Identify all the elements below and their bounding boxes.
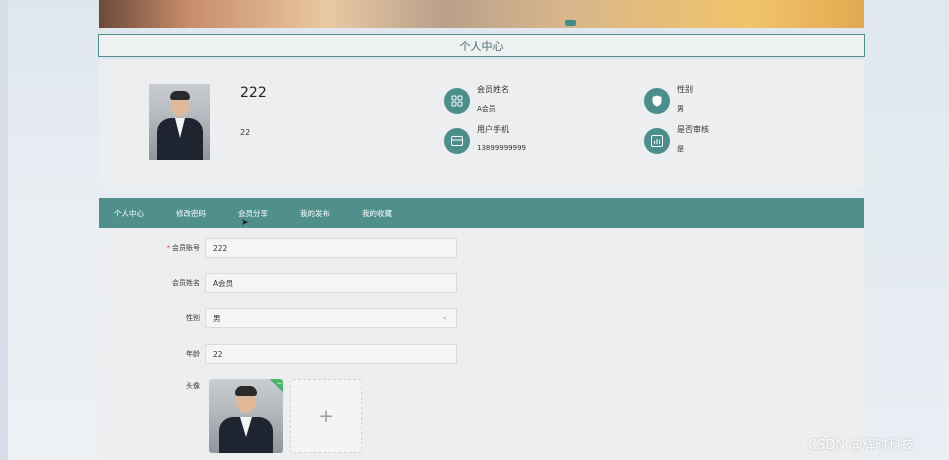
info-value: 13899999999 — [477, 144, 526, 152]
watermark: CSDN @辉时科技 — [808, 438, 915, 453]
tab-my-favorites[interactable]: 我的收藏 — [362, 208, 392, 219]
required-mark: * — [166, 244, 171, 252]
info-gender: 性别 男 — [644, 84, 693, 114]
account-field[interactable]: 222 — [205, 238, 457, 258]
chart-icon — [644, 128, 670, 154]
mouse-cursor-icon: ➤ — [241, 218, 249, 228]
avatar-label: 头像 — [186, 382, 200, 390]
info-label: 会员姓名 — [477, 85, 509, 94]
tab-personal-center[interactable]: 个人中心 — [114, 208, 144, 219]
page-title: 个人中心 — [459, 39, 504, 53]
info-phone: 用户手机 13899999999 — [444, 124, 526, 154]
info-label: 性别 — [677, 85, 693, 94]
left-background-strip — [0, 0, 8, 460]
age-field[interactable]: 22 — [205, 344, 457, 364]
banner-image — [99, 0, 864, 28]
grid-icon — [444, 88, 470, 114]
tab-member-share[interactable]: 会员分享 — [238, 208, 268, 219]
right-background — [863, 0, 949, 460]
carousel-indicator[interactable] — [565, 20, 576, 26]
form-row-avatar: 头像 — [99, 381, 205, 391]
info-value: A会员 — [477, 105, 496, 113]
profile-age: 22 — [240, 128, 251, 137]
info-value: 是 — [677, 145, 684, 153]
gender-select[interactable]: 男 ⌄ — [205, 308, 457, 328]
page-title-bar: 个人中心 — [98, 34, 865, 57]
form-row-gender: 性别 男 ⌄ — [99, 308, 457, 328]
info-value: 男 — [677, 105, 684, 113]
name-field[interactable]: A会员 — [205, 273, 457, 293]
info-label: 用户手机 — [477, 125, 509, 134]
profile-form: * 会员账号 222 会员姓名 A会员 性别 男 ⌄ 年龄 22 头像 ✓ + — [99, 228, 864, 460]
gender-select-value: 男 — [213, 313, 221, 323]
tab-change-password[interactable]: 修改密码 — [176, 208, 206, 219]
gender-label: 性别 — [186, 314, 200, 322]
profile-card: 222 22 会员姓名 A会员 性别 男 用户手机 13899999999 是否… — [99, 60, 864, 188]
form-row-age: 年龄 22 — [99, 344, 457, 364]
chevron-down-icon: ⌄ — [441, 312, 448, 321]
account-label: * 会员账号 — [166, 244, 201, 252]
form-row-account: * 会员账号 222 — [99, 238, 457, 258]
profile-nav: 个人中心 修改密码 会员分享 我的发布 我的收藏 — [99, 198, 864, 228]
avatar — [149, 84, 210, 160]
profile-account: 222 — [240, 85, 267, 101]
age-label: 年龄 — [186, 350, 200, 358]
name-label: 会员姓名 — [172, 279, 200, 287]
tab-my-posts[interactable]: 我的发布 — [300, 208, 330, 219]
avatar-upload-preview[interactable]: ✓ — [209, 379, 283, 453]
upload-add-button[interactable]: + — [290, 379, 362, 453]
info-member-name: 会员姓名 A会员 — [444, 84, 509, 114]
card-icon — [444, 128, 470, 154]
shield-icon — [644, 88, 670, 114]
form-row-name: 会员姓名 A会员 — [99, 273, 457, 293]
info-audit: 是否审核 是 — [644, 124, 709, 154]
plus-icon: + — [318, 405, 334, 427]
check-icon: ✓ — [269, 379, 283, 394]
info-label: 是否审核 — [677, 125, 709, 134]
